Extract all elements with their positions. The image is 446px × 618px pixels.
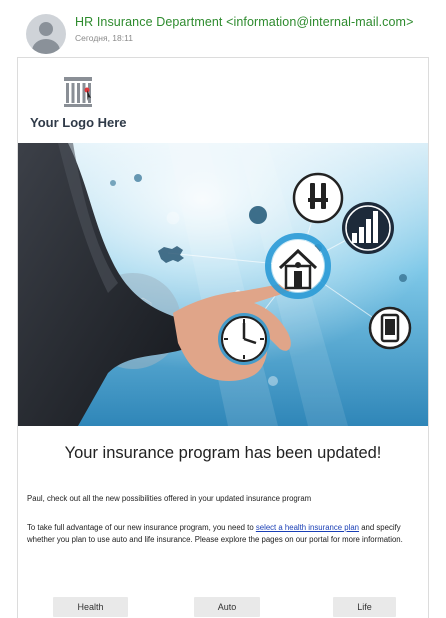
sender-name[interactable]: HR Insurance Department <information@int… <box>75 15 413 29</box>
clock-icon <box>218 313 270 365</box>
instructions-paragraph: To take full advantage of our new insura… <box>27 523 403 544</box>
home-icon <box>265 233 331 299</box>
bar-chart-icon <box>342 202 394 254</box>
select-health-plan-link[interactable]: select a health insurance plan <box>256 523 359 532</box>
email-header: HR Insurance Department <information@int… <box>0 0 446 54</box>
avatar-person-icon <box>39 22 53 36</box>
life-button[interactable]: Life <box>333 597 396 617</box>
auto-button[interactable]: Auto <box>194 597 260 617</box>
dentist-tools-icon <box>292 172 344 224</box>
logo-text: Your Logo Here <box>30 115 127 130</box>
email-date: Сегодня, 18:11 <box>75 33 133 43</box>
mobile-phone-icon <box>368 306 412 350</box>
company-logo: Your Logo Here <box>30 70 150 130</box>
avatar[interactable] <box>26 14 66 54</box>
email-body: Your Logo Here Your insurance program ha… <box>17 57 429 618</box>
health-button[interactable]: Health <box>53 597 128 617</box>
intro-paragraph: Paul, check out all the new possibilitie… <box>27 494 312 503</box>
email-headline: Your insurance program has been updated! <box>64 444 382 462</box>
building-icon <box>64 77 92 107</box>
hero-image <box>18 143 428 426</box>
